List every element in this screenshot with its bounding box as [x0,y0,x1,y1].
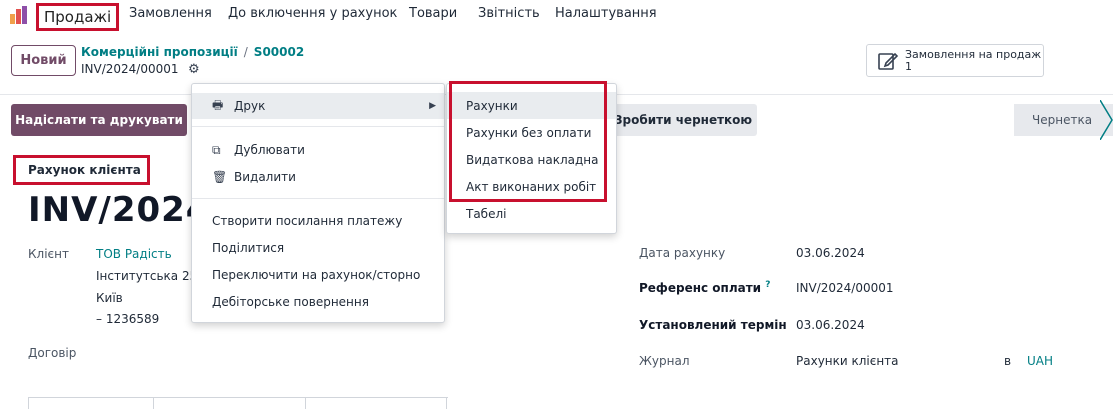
menu-to-invoice[interactable]: До включення у рахунок [228,6,397,21]
payment-reference-value[interactable]: INV/2024/00001 [796,281,894,295]
submenu-delivery-note[interactable]: Видаткова накладна [447,146,616,173]
dropdown-duplicate-label: Дублювати [234,143,305,157]
edit-document-icon [878,52,899,70]
tab-separator [28,397,29,409]
dropdown-delete[interactable]: 🗑 Видалити [192,164,444,190]
top-navbar: Продажі Замовлення До включення у рахуно… [0,0,1113,31]
document-type-label: Рахунок клієнта [13,155,150,185]
status-arrow-icon [1100,100,1113,140]
submenu-act-of-work[interactable]: Акт виконаних робіт [447,173,616,200]
trash-icon: 🗑 [212,170,228,184]
dropdown-switch-invoice-refund[interactable]: Переключити на рахунок/сторно [192,262,444,288]
breadcrumb-quotations[interactable]: Комерційні пропозиції [81,45,238,59]
currency-prefix: в [1004,354,1012,368]
breadcrumb-order[interactable]: S00002 [254,45,304,59]
invoice-date-label: Дата рахунку [639,246,726,260]
breadcrumb-separator: / [243,45,248,59]
payment-reference-label-text: Референс оплати [639,281,762,295]
dropdown-share[interactable]: Поділитися [192,235,444,261]
dropdown-print[interactable]: 🖶 Друк ▶ [192,93,444,119]
print-submenu: Рахунки Рахунки без оплати Видаткова нак… [446,83,617,234]
menu-products[interactable]: Товари [409,6,457,21]
customer-label: Клієнт [28,247,69,261]
dropdown-duplicate[interactable]: ⧉ Дублювати [192,137,444,163]
customer-address-zip: – 1236589 [96,312,160,326]
dropdown-payment-link[interactable]: Створити посилання платежу [192,208,444,234]
currency-link[interactable]: UAH [1027,354,1053,368]
contract-label: Договір [28,346,77,360]
menu-orders[interactable]: Замовлення [129,6,212,21]
dropdown-divider [192,126,444,127]
dropdown-delete-label: Видалити [234,170,296,184]
smart-button-count: 1 [905,59,912,73]
copy-icon: ⧉ [212,142,221,157]
app-logo-icon[interactable] [10,6,32,24]
status-draft[interactable]: Чернетка [1014,104,1113,136]
customer-address-city: Київ [96,291,123,305]
sales-order-smart-button[interactable]: Замовлення на продаж 1 [866,44,1044,77]
customer-address-street: Інститутська 25 [96,269,191,283]
menu-settings[interactable]: Налаштування [555,6,657,21]
tab-separator [153,397,154,409]
tab-separator [446,397,447,409]
due-date-value[interactable]: 03.06.2024 [796,318,865,332]
dropdown-divider [192,198,444,199]
menu-reporting[interactable]: Звітність [478,6,540,21]
customer-link[interactable]: ТОВ Радість [96,247,172,261]
printer-icon: 🖶 [212,97,224,112]
send-and-print-button[interactable]: Надіслати та друкувати [11,104,187,136]
chevron-right-icon: ▶ [429,101,436,111]
breadcrumb: Комерційні пропозиції / S00002 [81,45,304,59]
app-name-sales[interactable]: Продажі [36,3,120,31]
gear-icon[interactable]: ⚙ [188,62,200,77]
journal-label: Журнал [639,354,690,368]
reset-to-draft-button[interactable]: Зробити чернеткою [600,104,757,136]
action-dropdown-menu: 🖶 Друк ▶ ⧉ Дублювати 🗑 Видалити Створити по… [191,83,445,323]
submenu-timesheets[interactable]: Табелі [447,200,616,227]
help-tooltip-icon[interactable]: ? [765,280,770,290]
tab-separator [305,397,306,409]
invoice-number-title: INV/2024/0 [28,190,192,230]
invoice-date-value[interactable]: 03.06.2024 [796,246,865,260]
due-date-label: Установлений термін [639,318,787,332]
smart-button-label: Замовлення на продаж [905,47,1042,61]
submenu-invoices[interactable]: Рахунки [447,92,616,119]
record-name: INV/2024/00001 [81,62,179,76]
submenu-invoices-without-payment[interactable]: Рахунки без оплати [447,119,616,146]
dropdown-credit-note[interactable]: Дебіторське повернення [192,289,444,315]
journal-value[interactable]: Рахунки клієнта [796,354,899,368]
new-button[interactable]: Новий [11,45,76,76]
payment-reference-label: Референс оплати ? [639,280,771,295]
notebook-tabs [28,397,448,409]
dropdown-print-label: Друк [234,99,266,113]
